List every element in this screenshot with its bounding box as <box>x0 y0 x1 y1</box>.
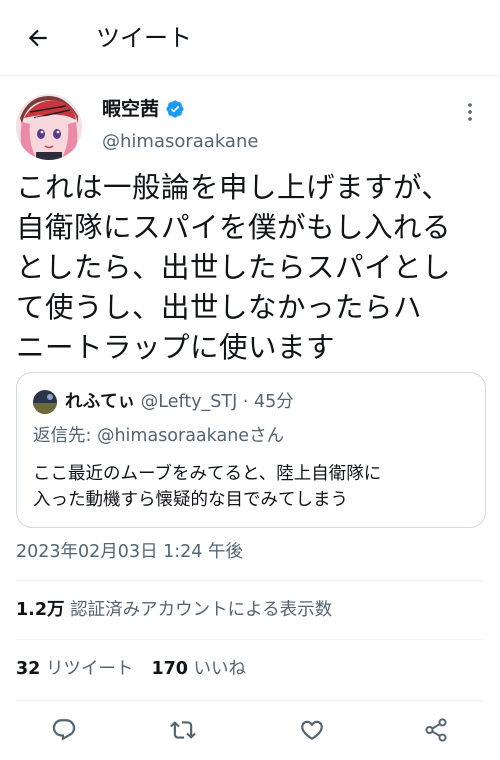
reply-icon <box>52 719 76 741</box>
tweet-text-line: 自衛隊にスパイを僕がもし入れる <box>16 211 452 244</box>
share-icon <box>425 718 447 742</box>
view-count: 1.2万 認証済みアカウントによる表示数 <box>16 598 332 622</box>
quoted-header: れふてぃ @Lefty_STJ · 45分 <box>65 389 294 415</box>
like-count: 170 <box>151 659 188 679</box>
tweet-text-line: て使うし、出世しなかったらハ <box>16 291 423 324</box>
quoted-text-line: ここ最近のムーブをみてると、陸上自衛隊に <box>33 464 382 484</box>
like-label: いいね <box>193 659 247 679</box>
quoted-author-name: れふてぃ <box>65 392 136 412</box>
like-button[interactable] <box>298 716 326 744</box>
divider <box>16 580 484 581</box>
author-avatar[interactable] <box>16 94 82 160</box>
divider <box>16 639 484 640</box>
view-count-number: 1.2万 <box>16 600 65 620</box>
author-name-row: 暇空茜 <box>102 96 185 122</box>
divider <box>16 700 484 701</box>
quoted-reply-to: 返信先: @himasoraakaneさん <box>33 423 284 449</box>
author-name[interactable]: 暇空茜 <box>102 96 159 122</box>
reply-suffix: さん <box>249 426 285 446</box>
quoted-time: 45分 <box>254 392 294 412</box>
view-count-label: 認証済みアカウントによる表示数 <box>70 600 333 620</box>
tweet-text: これは一般論を申し上げますが、 自衛隊にスパイを僕がもし入れる としたら、出世し… <box>16 168 488 368</box>
tweet-timestamp[interactable]: 2023年02月03日 1:24 午後 <box>16 540 243 564</box>
quoted-separator: · <box>242 392 249 412</box>
tweet-author: 暇空茜 @himasoraakane <box>16 92 484 162</box>
tweet-text-line: としたら、出世したらスパイとし <box>16 251 452 284</box>
quoted-text-line: 入った動機すら懐疑的な目でみてしまう <box>33 490 348 510</box>
retweet-label: リツイート <box>45 659 134 679</box>
page-title: ツイート <box>96 24 192 52</box>
quoted-author-avatar <box>33 390 57 414</box>
reply-mention: @himasoraakane <box>96 426 250 446</box>
tweet-text-line: これは一般論を申し上げますが、 <box>16 171 451 204</box>
quoted-author-handle: @Lefty_STJ <box>140 392 238 412</box>
more-options-icon <box>468 103 472 121</box>
more-options-button[interactable] <box>456 98 484 126</box>
reply-prefix: 返信先: <box>33 426 97 446</box>
retweet-count: 32 <box>16 659 41 679</box>
engagement-stats: 32 リツイート 170 いいね <box>16 657 246 681</box>
like-icon <box>301 720 323 740</box>
share-button[interactable] <box>422 716 450 744</box>
tweet-text-line: ニートラップに使います <box>16 331 336 364</box>
retweet-icon <box>170 721 196 739</box>
like-stat[interactable]: 170 いいね <box>151 659 246 679</box>
reply-button[interactable] <box>50 716 78 744</box>
back-button[interactable] <box>22 22 54 54</box>
top-bar: ツイート <box>0 0 500 76</box>
verified-badge-icon <box>166 100 184 118</box>
quoted-text: ここ最近のムーブをみてると、陸上自衛隊に 入った動機すら懐疑的な目でみてしまう <box>33 461 473 513</box>
retweet-button[interactable] <box>169 716 197 744</box>
action-bar <box>0 710 500 750</box>
quoted-tweet[interactable]: れふてぃ @Lefty_STJ · 45分 返信先: @himasoraakan… <box>16 372 486 528</box>
author-handle[interactable]: @himasoraakane <box>102 130 258 154</box>
arrow-left-icon <box>28 29 47 47</box>
retweet-stat[interactable]: 32 リツイート <box>16 659 133 679</box>
